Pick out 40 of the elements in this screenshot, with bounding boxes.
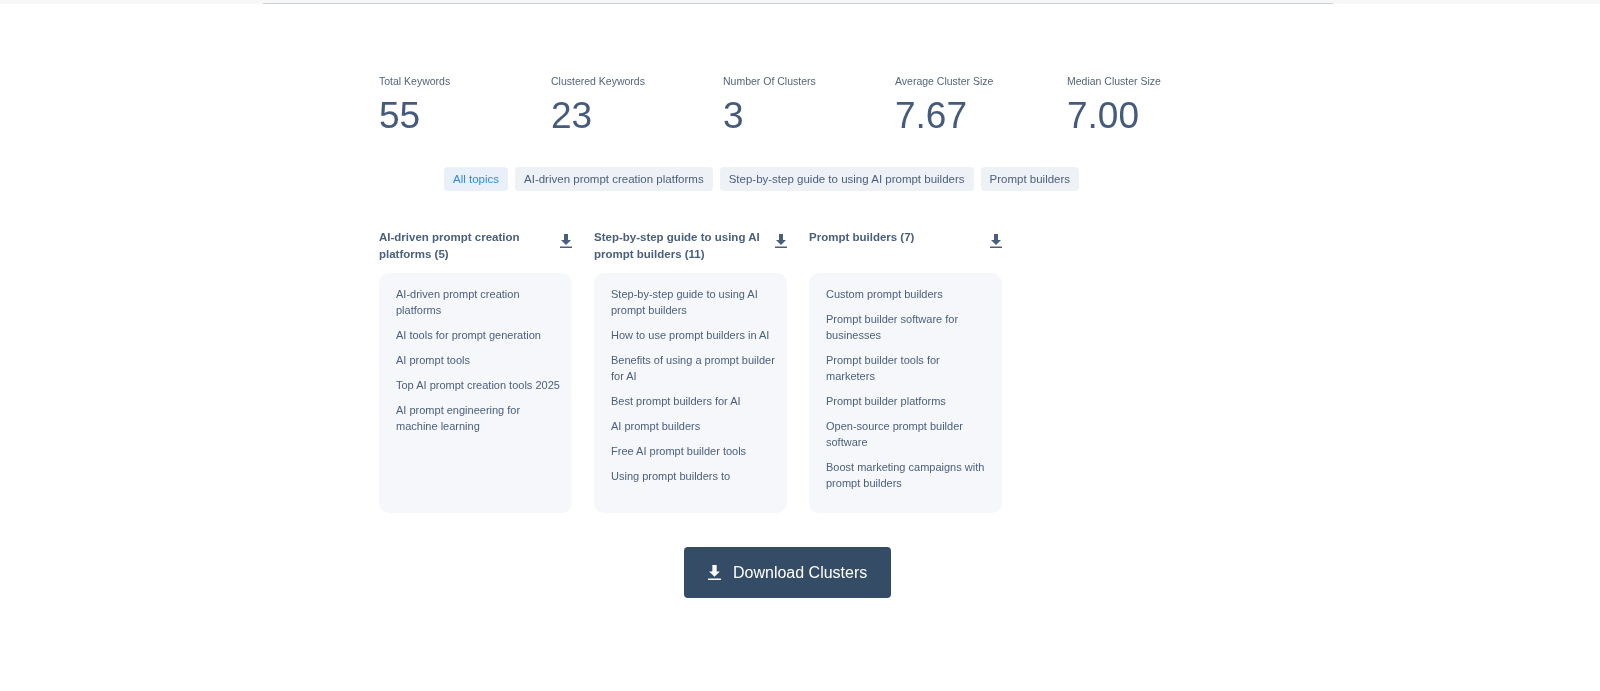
download-icon[interactable] bbox=[560, 234, 572, 248]
keyword-item: AI tools for prompt generation bbox=[396, 328, 542, 343]
keyword-item: AI prompt tools bbox=[396, 353, 471, 368]
stat-value: 23 bbox=[551, 95, 594, 137]
topic-tab[interactable]: Prompt builders bbox=[980, 167, 1080, 191]
keyword-item: Best prompt builders for AI bbox=[611, 394, 742, 409]
cluster-title: Prompt builders (7) bbox=[809, 230, 916, 245]
stat-value: 7.00 bbox=[1067, 95, 1140, 137]
stat-label: Total Keywords bbox=[379, 75, 452, 87]
topic-tab[interactable]: AI-driven prompt creation platforms bbox=[515, 167, 713, 191]
topic-tab[interactable]: All topics bbox=[444, 167, 509, 191]
stat-value: 55 bbox=[379, 95, 422, 137]
keyword-item: Custom prompt builders bbox=[826, 287, 944, 302]
keyword-item: Free AI prompt builder tools bbox=[611, 444, 748, 459]
keyword-item: Step-by-step guide to using AI prompt builders bbox=[611, 287, 759, 318]
download-icon[interactable] bbox=[775, 234, 787, 248]
keyword-item: Prompt builder platforms bbox=[826, 394, 947, 409]
keyword-item: AI prompt engineering for machine learning bbox=[396, 403, 522, 434]
stat-label: Average Cluster Size bbox=[895, 75, 995, 87]
keyword-item: Benefits of using a prompt builder for AI bbox=[611, 353, 775, 384]
stat-label: Number Of Clusters bbox=[723, 75, 817, 87]
download-clusters-button[interactable]: Download Clusters bbox=[684, 547, 892, 598]
keyword-item: Boost marketing campaigns with prompt builders bbox=[826, 460, 986, 491]
keyword-item: AI-driven prompt creation platforms bbox=[396, 287, 521, 318]
keyword-item: Prompt builder tools for marketers bbox=[826, 353, 941, 384]
download-icon[interactable] bbox=[990, 234, 1002, 248]
topic-tab[interactable]: Step-by-step guide to using AI prompt builders bbox=[719, 167, 974, 191]
keyword-item: Using prompt builders to bbox=[611, 469, 732, 484]
keyword-item: AI prompt builders bbox=[611, 419, 702, 434]
keyword-item: Prompt builder software for businesses bbox=[826, 312, 960, 343]
keyword-item: How to use prompt builders in AI bbox=[611, 328, 771, 343]
stat-value: 3 bbox=[723, 95, 745, 137]
stat-label: Median Cluster Size bbox=[1067, 75, 1162, 87]
stat-value: 7.67 bbox=[895, 95, 968, 137]
cluster-title: AI-driven prompt creation platforms (5) bbox=[379, 230, 521, 262]
download-icon bbox=[708, 565, 721, 580]
keyword-item: Top AI prompt creation tools 2025 bbox=[396, 378, 560, 393]
stat-label: Clustered Keywords bbox=[551, 75, 646, 87]
cluster-title: Step-by-step guide to using AI prompt builders (11) bbox=[594, 230, 761, 262]
keyword-item: Open-source prompt builder software bbox=[826, 419, 964, 450]
